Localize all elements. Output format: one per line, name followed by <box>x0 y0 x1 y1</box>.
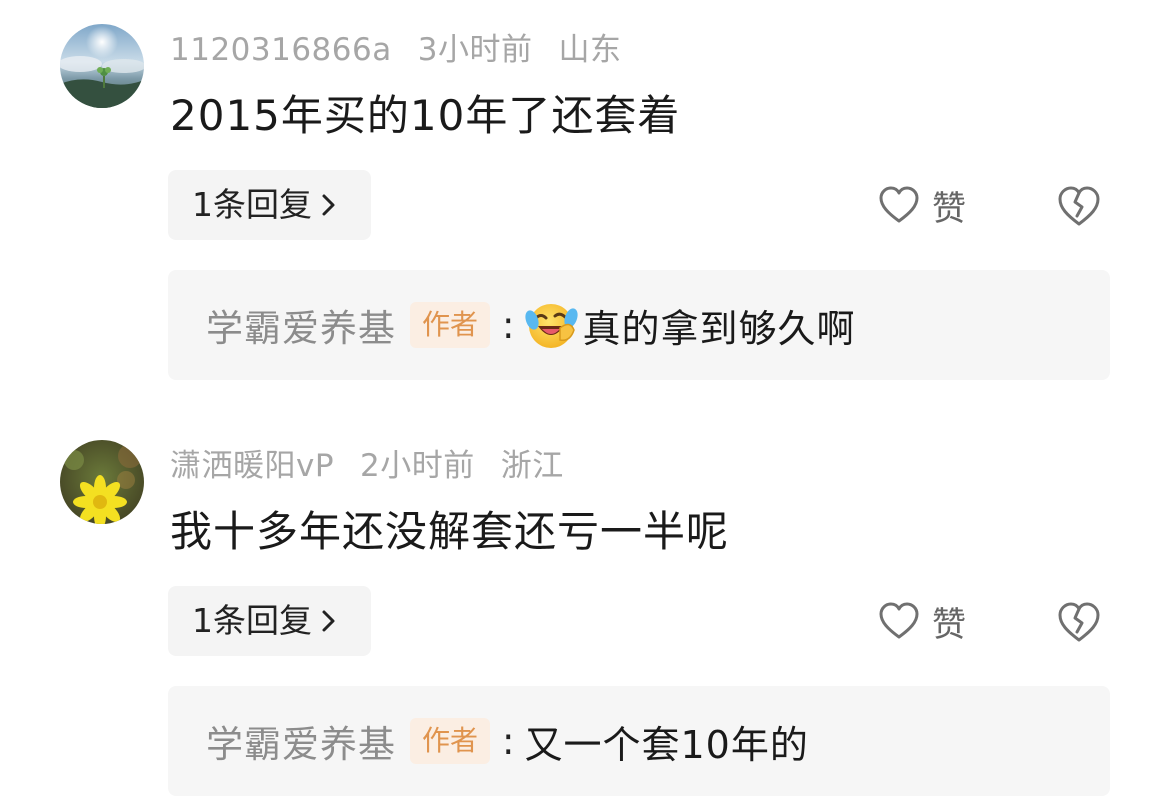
comment-meta: 1120316866a 3小时前 山东 <box>170 28 647 72</box>
laughing-crying-emoji-icon <box>524 298 579 352</box>
username[interactable]: 潇洒暖阳vP <box>170 448 334 484</box>
reply-colon: : <box>502 303 515 347</box>
timestamp: 3小时前 <box>417 32 533 68</box>
location: 山东 <box>558 32 622 68</box>
timestamp: 2小时前 <box>360 448 475 484</box>
reply-colon: : <box>502 719 515 763</box>
reply-author[interactable]: 学霸爱养基 <box>206 298 396 352</box>
avatar[interactable] <box>60 440 144 524</box>
heart-icon <box>879 602 919 639</box>
dislike-button[interactable] <box>1056 600 1102 644</box>
avatar[interactable] <box>60 24 144 108</box>
comment-text: 我十多年还没解套还亏一半呢 <box>170 507 730 556</box>
like-label: 赞 <box>932 604 966 645</box>
like-button[interactable]: 赞 <box>878 597 966 645</box>
reply-preview[interactable]: 学霸爱养基 作者 : 又一个套10年的 <box>168 686 1110 796</box>
chevron-right-icon <box>320 588 338 658</box>
location: 浙江 <box>500 448 564 484</box>
author-badge: 作者 <box>410 302 491 348</box>
chevron-right-icon <box>320 172 338 242</box>
comment-item: 1120316866a 3小时前 山东 2015年买的10年了还套着 1条回复 赞 … <box>0 0 1170 400</box>
reply-text: 真的拿到够久啊 <box>582 306 856 351</box>
reply-text: 又一个套10年的 <box>524 722 809 767</box>
comment-meta: 潇洒暖阳vP 2小时前 浙江 <box>170 444 590 488</box>
reply-count-label: 1条回复 <box>192 601 312 640</box>
broken-heart-icon <box>1058 186 1100 226</box>
like-label: 赞 <box>932 188 966 229</box>
author-badge: 作者 <box>410 718 491 764</box>
heart-icon <box>879 186 919 223</box>
broken-heart-icon <box>1058 602 1100 642</box>
view-replies-button[interactable]: 1条回复 <box>168 586 371 656</box>
comment-list: 1120316866a 3小时前 山东 2015年买的10年了还套着 1条回复 赞 … <box>0 0 1170 800</box>
username[interactable]: 1120316866a <box>170 32 392 68</box>
reply-author[interactable]: 学霸爱养基 <box>206 714 396 768</box>
like-button[interactable]: 赞 <box>878 181 966 229</box>
view-replies-button[interactable]: 1条回复 <box>168 170 371 240</box>
reply-preview[interactable]: 学霸爱养基 作者 : 真的拿到够久啊 <box>168 270 1110 380</box>
comment-text: 2015年买的10年了还套着 <box>170 91 681 140</box>
dislike-button[interactable] <box>1056 184 1102 228</box>
comment-item: 潇洒暖阳vP 2小时前 浙江 我十多年还没解套还亏一半呢 1条回复 赞 学霸爱养基 … <box>0 416 1170 800</box>
reply-count-label: 1条回复 <box>192 185 312 224</box>
